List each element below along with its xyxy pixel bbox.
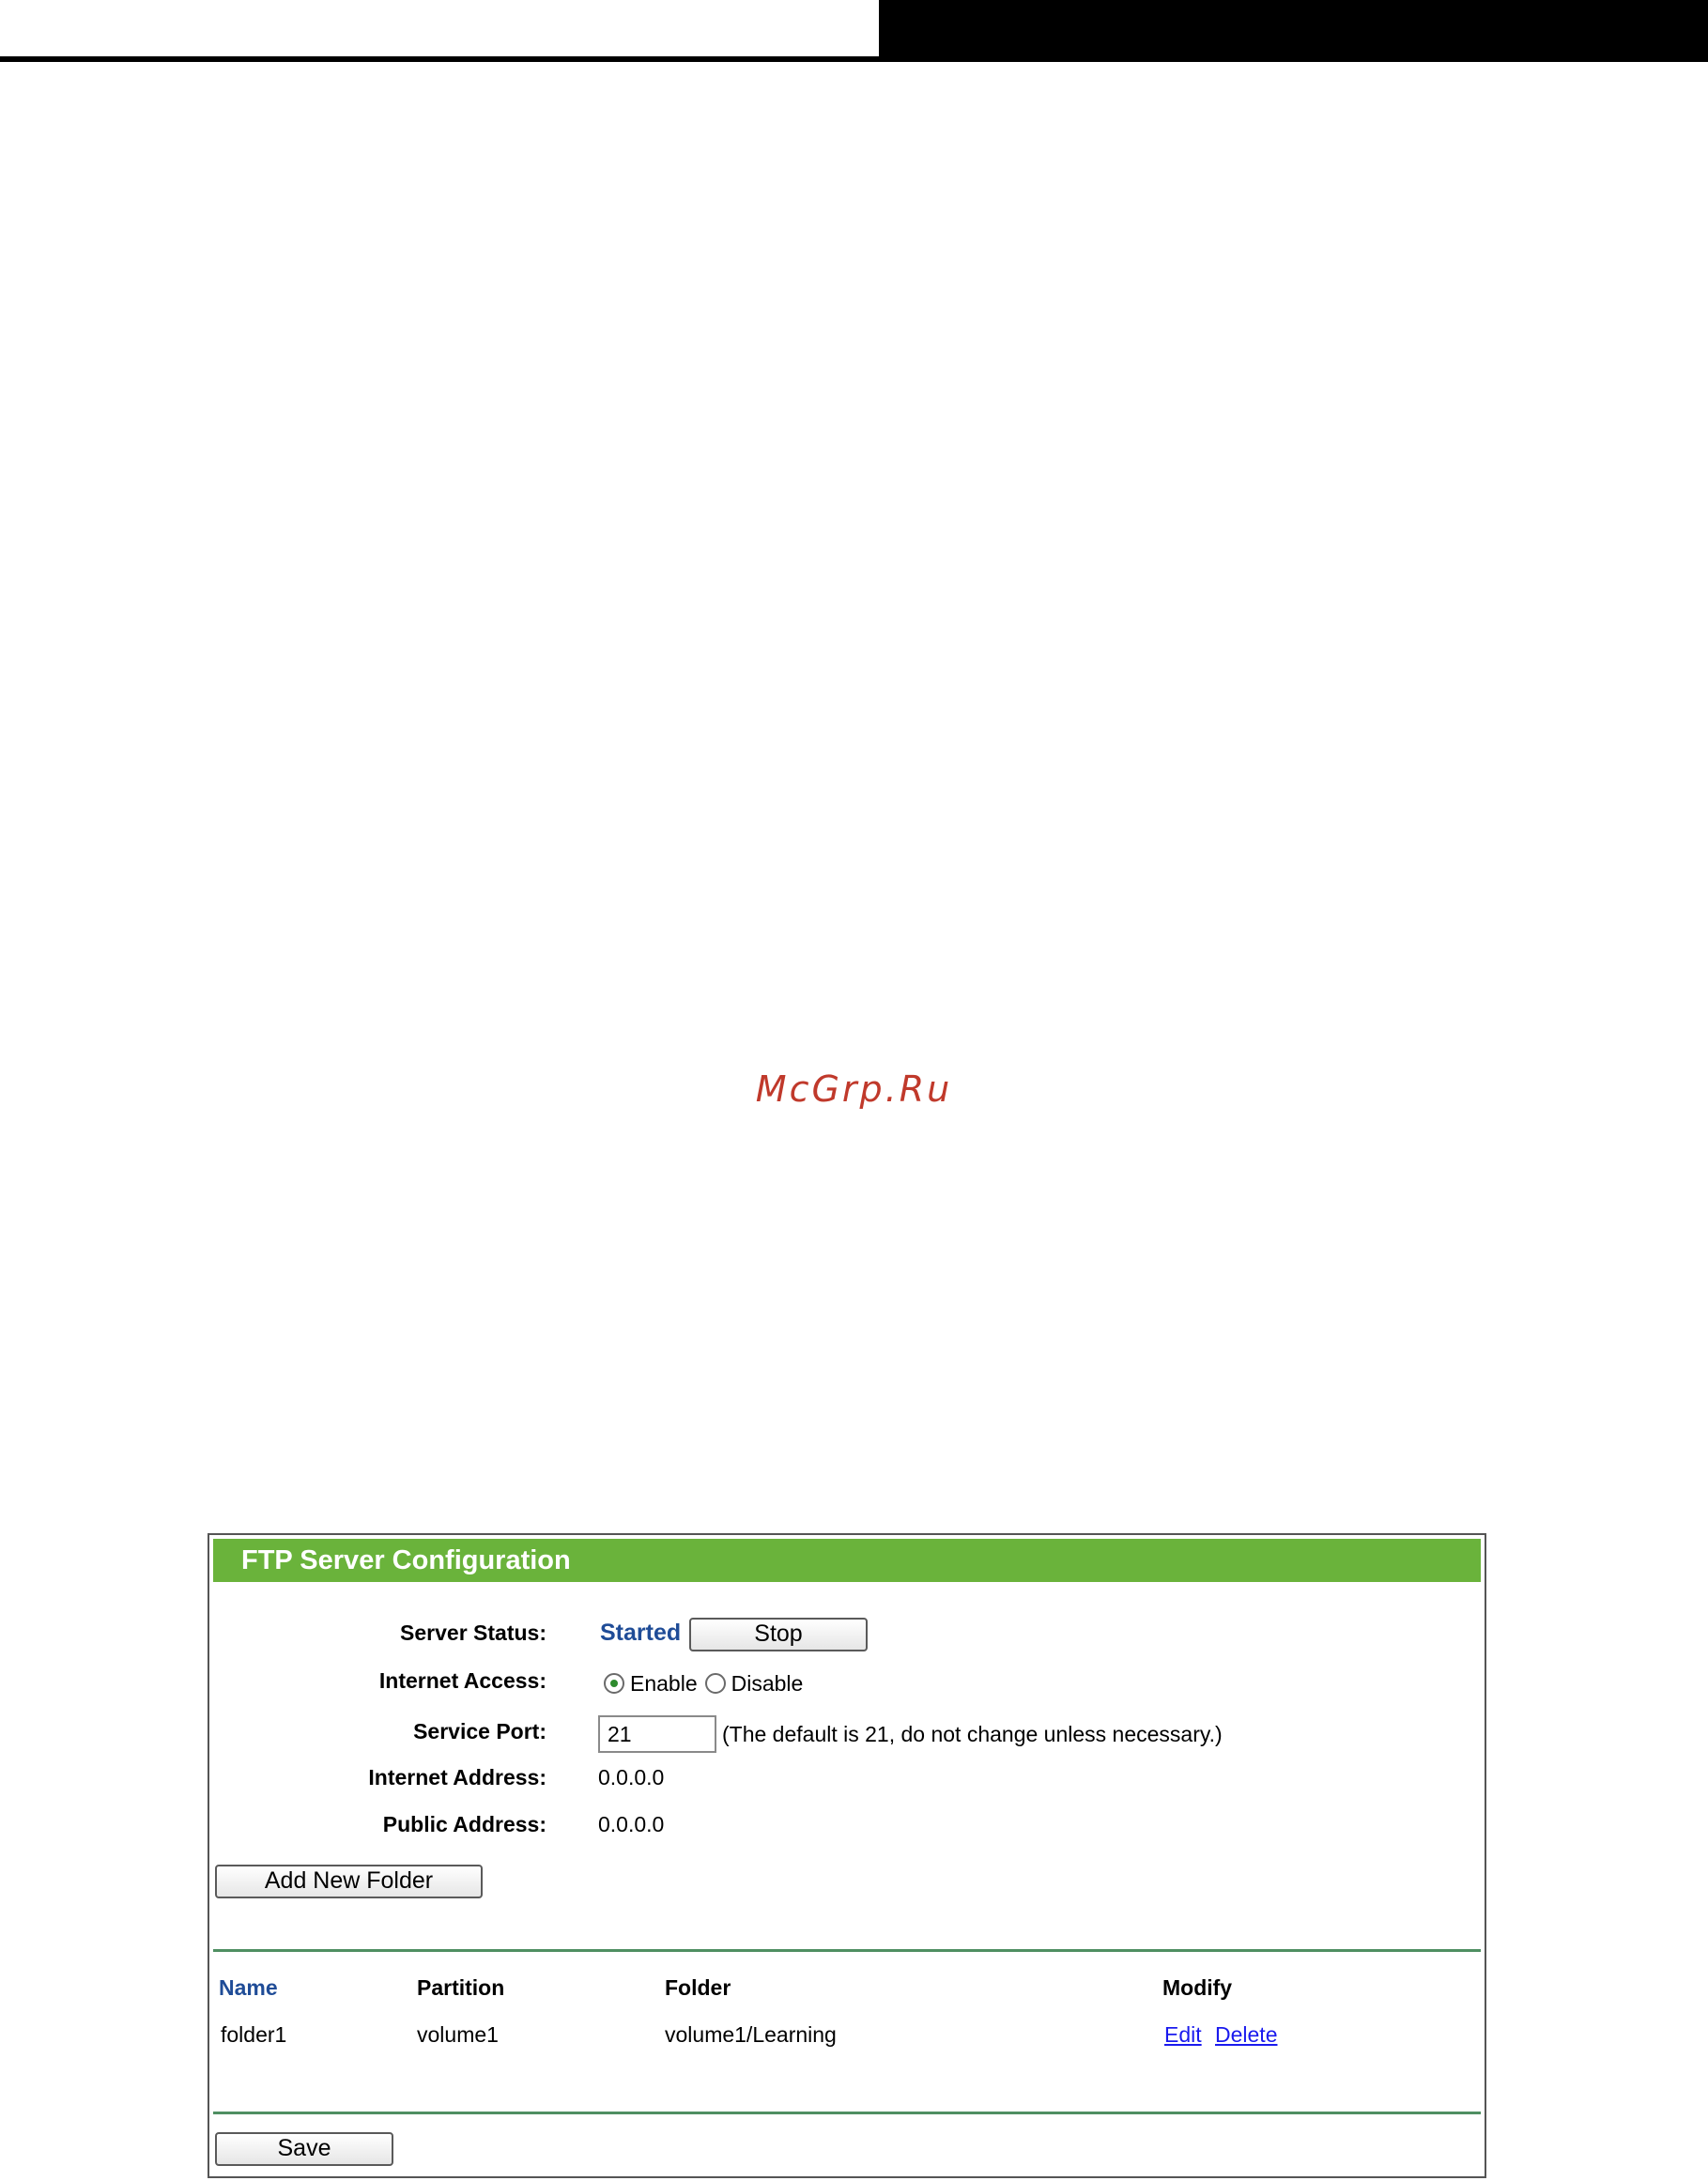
add-new-folder-button[interactable]: Add New Folder [215,1865,483,1898]
manual-page: McGrp.Ru FTP Server Configuration Server… [0,0,1708,2181]
internet-access-label: Internet Access: [378,1668,546,1693]
enable-radio-label[interactable]: Enable [630,1671,698,1697]
disable-radio[interactable] [704,1673,726,1694]
ftp-server-config-panel: FTP Server Configuration Server Status: … [208,1533,1486,2178]
disable-radio-label[interactable]: Disable [731,1671,804,1697]
save-button[interactable]: Save [215,2132,393,2166]
service-port-label: Service Port: [413,1719,546,1743]
table-row-name: folder1 [221,2022,287,2047]
service-port-input[interactable] [598,1715,716,1753]
table-row-partition: volume1 [417,2022,499,2047]
server-status-value: Started [600,1620,682,1646]
panel-title: FTP Server Configuration [213,1539,1481,1582]
table-row-folder: volume1/Learning [665,2022,837,2047]
internet-access-radio-group: Enable Disable [604,1669,810,1697]
divider-bottom [213,2112,1481,2114]
column-header-modify: Modify [1162,1975,1233,2000]
server-status-label: Server Status: [400,1620,546,1645]
stop-button[interactable]: Stop [689,1618,868,1651]
internet-address-value: 0.0.0.0 [598,1765,665,1789]
enable-radio[interactable] [604,1673,624,1694]
public-address-label: Public Address: [382,1812,546,1836]
header-rule [0,56,879,62]
delete-link[interactable]: Delete [1215,2022,1277,2048]
public-address-value: 0.0.0.0 [598,1812,665,1836]
header-black-block [879,0,1708,62]
service-port-hint: (The default is 21, do not change unless… [722,1722,1223,1746]
column-header-folder: Folder [665,1975,731,2000]
internet-address-label: Internet Address: [368,1765,546,1789]
column-header-name: Name [219,1975,278,2000]
watermark: McGrp.Ru [755,1068,953,1110]
divider-top [213,1949,1481,1952]
edit-link[interactable]: Edit [1164,2022,1202,2048]
column-header-partition: Partition [417,1975,505,2000]
